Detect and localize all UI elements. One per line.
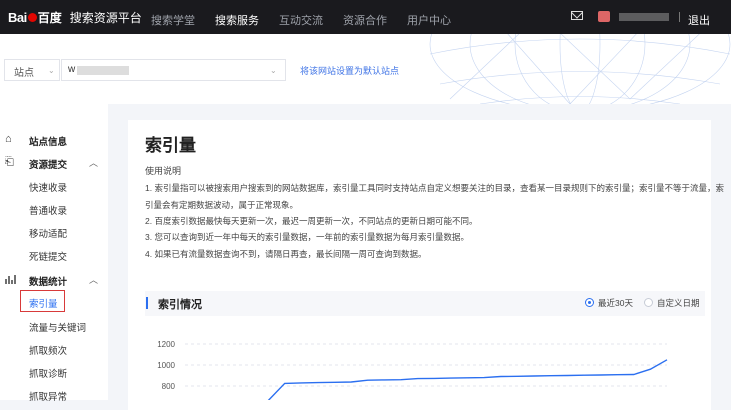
logout-link[interactable]: 退出	[688, 12, 710, 28]
site-url-redacted	[77, 66, 129, 75]
radio-custom-date[interactable]	[644, 298, 653, 307]
sidebar-item-site-info[interactable]: 站点信息	[29, 134, 67, 148]
platform-title: 搜索资源平台	[69, 10, 142, 25]
site-type-label: 站点	[14, 68, 34, 79]
mail-icon[interactable]	[571, 11, 583, 20]
home-icon: ⌂	[5, 133, 12, 145]
radio-recent-label[interactable]: 最近30天	[598, 297, 633, 309]
site-url-prefix: w	[68, 64, 76, 75]
series-line[interactable]	[185, 359, 668, 400]
nav-item-search-service[interactable]: 搜索服务	[215, 12, 259, 28]
y-tick-label: 800	[162, 382, 176, 391]
chevron-down-icon: ⌄	[270, 66, 277, 75]
page-title: 索引量	[145, 136, 196, 155]
y-tick-label: 1000	[157, 361, 175, 370]
nav-divider	[679, 12, 680, 22]
section-accent-bar	[146, 297, 148, 309]
usage-line: 4. 如果已有流量数据查询不到，请隔日再查，最长间隔一周可查询到数据。	[145, 249, 427, 259]
submit-icon: ⎗	[5, 156, 14, 168]
y-tick-label: 1200	[157, 340, 175, 349]
sidebar-item-traffic-keywords[interactable]: 流量与关键词	[29, 320, 86, 334]
stats-icon	[5, 273, 17, 285]
index-volume-chart: 1200 1000 800	[157, 340, 668, 400]
site-url-dropdown[interactable]: w ⌄	[61, 59, 286, 81]
nav-item-user-center[interactable]: 用户中心	[407, 12, 451, 28]
site-type-dropdown[interactable]: 站点 ⌄	[4, 59, 60, 81]
usage-line: 引量会有定期数据波动，属于正常现象。	[145, 200, 299, 210]
nav-item-cooperation[interactable]: 资源合作	[343, 12, 387, 28]
sidebar-item-crawl-frequency[interactable]: 抓取频次	[29, 343, 67, 357]
sidebar-item-fast-index[interactable]: 快速收录	[29, 180, 67, 194]
logo-bai-text: Bai	[8, 9, 27, 25]
radio-custom-label[interactable]: 自定义日期	[657, 297, 700, 309]
nav-item-search-school[interactable]: 搜索学堂	[151, 12, 195, 28]
section-title: 索引情况	[158, 299, 202, 311]
sidebar-group-data-stats[interactable]: 数据统计	[29, 274, 67, 288]
paw-icon	[27, 12, 37, 22]
logo-du-text: 百度	[37, 10, 62, 25]
usage-line: 2. 百度索引数据最快每天更新一次，最迟一周更新一次，不同站点的更新日期可能不同…	[145, 216, 478, 226]
sidebar-item-mobile-adapt[interactable]: 移动适配	[29, 226, 67, 240]
usage-heading: 使用说明	[145, 166, 182, 176]
usage-line: 1. 索引量指可以被搜索用户搜索到的网站数据库，索引量工具同时支持站点自定义想要…	[145, 183, 724, 193]
sidebar-group-resource-submit[interactable]: 资源提交	[29, 157, 67, 171]
sidebar-item-crawl-error[interactable]: 抓取异常	[29, 389, 67, 403]
nav-item-interaction[interactable]: 互动交流	[279, 12, 323, 28]
avatar[interactable]	[598, 11, 610, 22]
sidebar-item-normal-index[interactable]: 普通收录	[29, 203, 67, 217]
chevron-down-icon: ⌄	[48, 66, 55, 75]
sidebar-item-deadlink[interactable]: 死链提交	[29, 249, 67, 263]
baidu-logo[interactable]: Bai 百度 搜索资源平台	[8, 8, 142, 26]
usage-line: 3. 您可以查询到近一年中每天的索引量数据，一年前的索引量数据为每月索引量数据。	[145, 232, 469, 242]
set-default-site-link[interactable]: 将该网站设置为默认站点	[300, 64, 399, 77]
radio-recent-30-days[interactable]	[585, 298, 594, 307]
sidebar-item-index-volume[interactable]: 索引量	[29, 296, 58, 310]
chevron-up-icon[interactable]: ︿	[89, 273, 98, 286]
top-navigation: Bai 百度 搜索资源平台 搜索学堂 搜索服务 互动交流 资源合作 用户中心 退…	[0, 0, 731, 34]
sidebar-item-crawl-diagnosis[interactable]: 抓取诊断	[29, 366, 67, 380]
chevron-up-icon[interactable]: ︿	[89, 156, 98, 169]
username-redacted[interactable]	[619, 13, 669, 21]
globe-decoration-icon	[429, 34, 731, 104]
